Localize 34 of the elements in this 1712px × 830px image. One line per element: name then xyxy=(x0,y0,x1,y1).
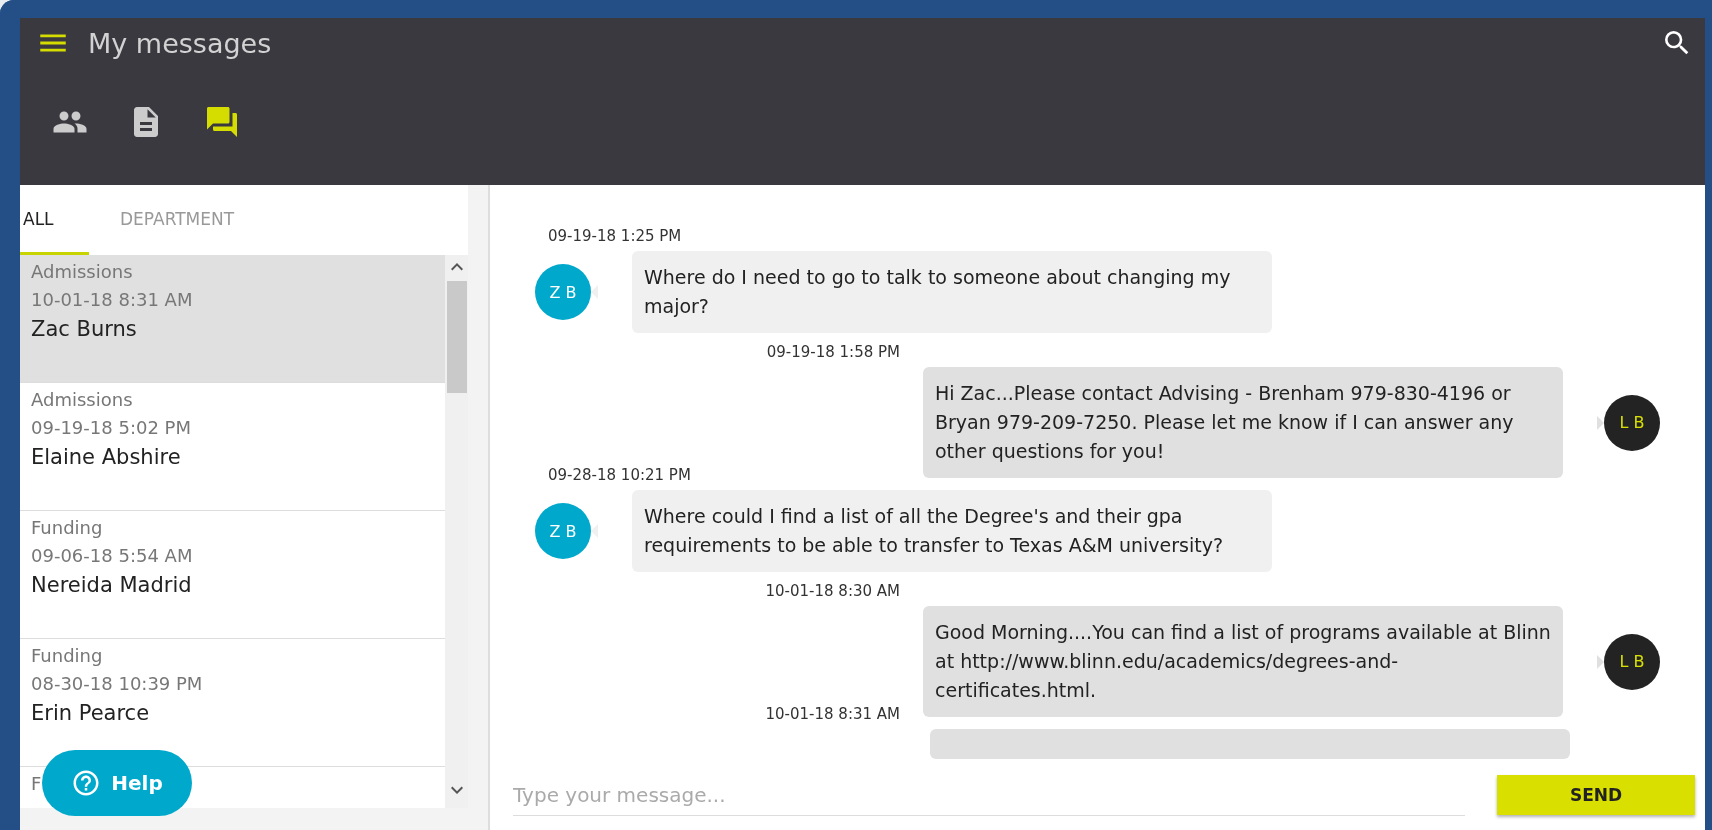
contact-name: Erin Pearce xyxy=(31,701,150,725)
contact-name: Zac Burns xyxy=(31,317,137,341)
department-label: Admissions xyxy=(31,389,133,410)
conversation-time: 08-30-18 10:39 PM xyxy=(31,673,203,694)
conversation-time: 10-01-18 8:31 AM xyxy=(31,289,193,310)
avatar: L B xyxy=(1604,633,1660,690)
department-label: F xyxy=(31,773,42,794)
conversation-time: 09-19-18 5:02 PM xyxy=(31,417,191,438)
send-button[interactable]: SEND xyxy=(1497,775,1695,815)
contact-name: Elaine Abshire xyxy=(31,445,181,469)
message-time: 10-01-18 8:30 AM xyxy=(765,582,900,600)
message-bubble: Good Morning....You can find a list of programs available at Blinn at http://www.blinn.edu/academics/degrees-and-certificates.html. xyxy=(923,606,1563,717)
page-title: My messages xyxy=(88,27,273,59)
message-time: 09-19-18 1:25 PM xyxy=(548,227,682,245)
message-bubble: Where could I find a list of all the Degree's and their gpa requirements to be able to transfer to Texas A&M university? xyxy=(632,490,1272,572)
avatar: L B xyxy=(1604,394,1660,451)
bubble-tail xyxy=(591,524,598,538)
contact-name: Nereida Madrid xyxy=(31,573,192,597)
message-time: 09-28-18 10:21 PM xyxy=(548,466,691,484)
avatar: Z B xyxy=(535,503,591,559)
bubble-tail xyxy=(1597,654,1604,669)
bubble-tail xyxy=(1597,415,1604,430)
conversation-time: 09-06-18 5:54 AM xyxy=(31,545,193,566)
message-time: 09-19-18 1:58 PM xyxy=(766,343,900,361)
department-label: Funding xyxy=(31,645,103,666)
department-label: Admissions xyxy=(31,261,133,282)
message-time: 10-01-18 8:31 AM xyxy=(765,705,900,723)
avatar: Z B xyxy=(535,264,591,320)
bubble-tail xyxy=(591,285,598,299)
message-bubble: Where do I need to go to talk to someone about changing my major? xyxy=(632,251,1272,333)
conversation-item[interactable]: Admissions 10-01-18 8:31 AM Zac Burns xyxy=(20,255,445,383)
scroll-thumb[interactable] xyxy=(446,281,467,393)
message-bubble: Hi Zac...Please contact Advising - Brenham 979-830-4196 or Bryan 979-209-7250. Please let me know if I can answer any other questions for you! xyxy=(923,367,1563,478)
department-label: Funding xyxy=(31,517,103,538)
